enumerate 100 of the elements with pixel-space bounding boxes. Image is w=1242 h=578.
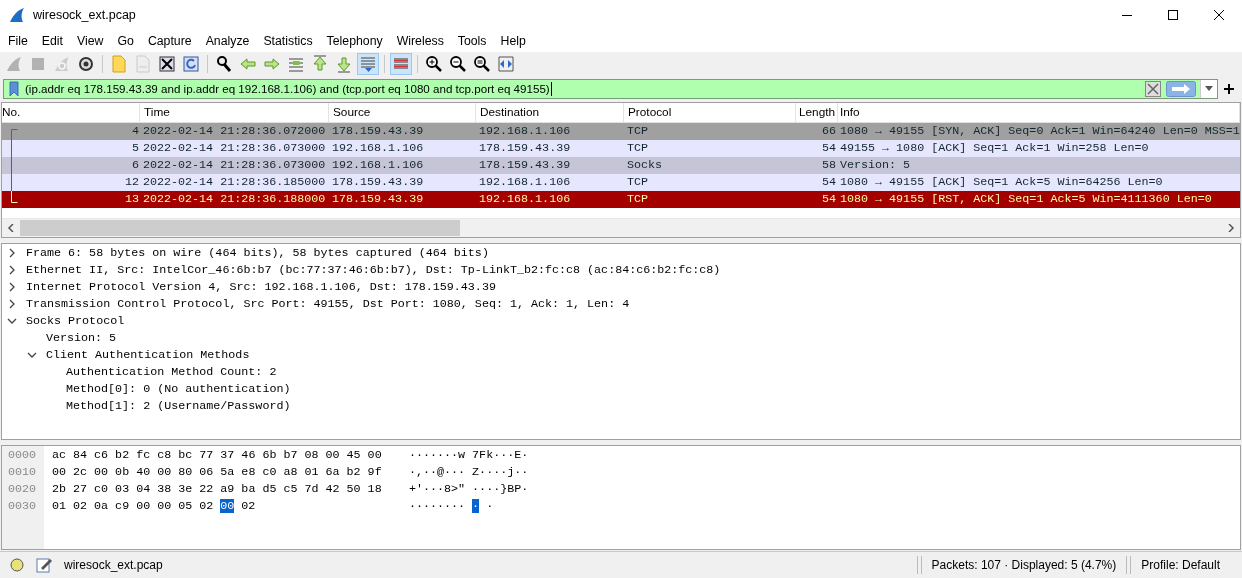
chevron-right-icon[interactable] <box>7 299 17 310</box>
profile-label[interactable]: Profile: Default <box>1141 558 1220 573</box>
column-header[interactable]: Time <box>140 102 329 122</box>
tree-item[interactable]: Frame 6: 58 bytes on wire (464 bits), 58 bytes captured (464 bits) <box>26 246 489 261</box>
byte-offset: 0030 <box>7 497 38 515</box>
hex-bytes[interactable]: a9 ba d5 c5 7d 42 50 18 <box>220 482 382 497</box>
table-cell-text: 1080 → 49155 [SYN, ACK] Seq=0 Ack=1 Win=64240 Len=0 MSS=1 <box>839 123 1240 140</box>
menu-item[interactable]: Statistics <box>256 30 320 51</box>
menu-item[interactable]: File <box>1 30 35 51</box>
scrollbar-thumb[interactable] <box>20 219 460 236</box>
column-header[interactable]: Destination <box>476 102 624 122</box>
maximize-icon[interactable] <box>1168 10 1178 20</box>
dropdown-caret-icon[interactable] <box>1205 86 1213 92</box>
menu-item[interactable]: Wireless <box>389 30 451 51</box>
chevron-right-icon[interactable] <box>7 248 17 259</box>
column-header[interactable]: Info <box>838 102 1240 122</box>
tree-item[interactable]: Method[0]: 0 (No authentication) <box>66 382 291 397</box>
table-cell: 12 <box>124 175 139 190</box>
edit-comment-icon[interactable] <box>36 557 52 574</box>
chevron-right-icon[interactable] <box>7 265 17 276</box>
close-icon[interactable] <box>1214 10 1224 20</box>
byte-offset: 0010 <box>7 463 38 481</box>
hex-bytes[interactable]: 5a e8 c0 a8 01 6a b2 9f <box>220 465 382 480</box>
packet-count: Packets: 107 · Displayed: 5 (4.7%) <box>931 558 1117 573</box>
ascii-text[interactable]: Z····j·· <box>472 465 529 480</box>
menu-item[interactable]: Go <box>110 30 141 51</box>
scroll-right-icon[interactable] <box>1227 223 1235 232</box>
table-cell-text: 66 <box>820 123 837 140</box>
menu-item[interactable]: Tools <box>450 30 494 51</box>
scroll-left-icon[interactable] <box>7 223 15 232</box>
table-cell-text: 58 <box>820 157 837 174</box>
ascii-text[interactable]: ·,··@··· <box>409 465 466 480</box>
file-name: wiresock_ext.pcap <box>64 558 163 573</box>
tree-item[interactable]: Authentication Method Count: 2 <box>66 365 277 380</box>
tree-item[interactable]: Client Authentication Methods <box>46 348 250 363</box>
hex-bytes[interactable]: 00 <box>220 499 235 514</box>
hex-bytes[interactable]: 00 2c 00 0b 40 00 80 06 <box>52 465 214 480</box>
tree-item[interactable]: Transmission Control Protocol, Src Port: 49155, Dst Port: 1080, Seq: 1, Ack: 1, Len: 4 <box>26 297 630 312</box>
ascii-text[interactable]: ·······w <box>409 448 466 463</box>
display-filter-field[interactable]: (ip.addr eq 178.159.43.39 and ip.addr eq 192.168.1.106) and (tcp.port eq 1080 and tcp.port eq 49155) <box>3 78 1218 99</box>
tree-item[interactable]: Ethernet II, Src: IntelCor_46:6b:b7 (bc:77:37:46:6b:b7), Dst: Tp-LinkT_b2:fc:c8 (ac:84:c6:b2:fc:c8) <box>26 263 721 278</box>
table-cell-text: 54 <box>820 140 837 157</box>
bookmark-icon[interactable] <box>9 80 19 97</box>
table-cell-text: 1080 → 49155 [RST, ACK] Seq=1 Ack=5 Win=4111360 Len=0 <box>839 191 1213 208</box>
menu-item[interactable]: Telephony <box>319 30 390 51</box>
menu-item[interactable]: Edit <box>34 30 71 51</box>
tree-item[interactable]: Method[1]: 2 (Username/Password) <box>66 399 291 414</box>
tree-item[interactable]: Socks Protocol <box>26 314 125 329</box>
table-cell-text: Version: 5 <box>839 157 912 174</box>
clear-icon[interactable] <box>1145 80 1161 97</box>
table-cell-text: 192.168.1.106 <box>331 157 425 174</box>
hex-bytes[interactable]: 02 <box>241 499 256 514</box>
menu-item[interactable]: Help <box>493 30 533 51</box>
table-cell-text: 54 <box>820 174 837 191</box>
table-cell-text: 1080 → 49155 [ACK] Seq=1 Ack=5 Win=64256 Len=0 <box>839 174 1164 191</box>
table-cell: 13 <box>124 192 139 207</box>
hex-bytes[interactable]: 37 46 6b b7 08 00 45 00 <box>220 448 382 463</box>
window-title: wiresock_ext.pcap <box>33 8 136 22</box>
table-cell-text: 2022-02-14 21:28:36.073000 <box>142 157 327 174</box>
ascii-text[interactable]: ····}BP· <box>472 482 529 497</box>
column-header[interactable]: Protocol <box>624 102 796 122</box>
tree-item[interactable]: Version: 5 <box>46 331 117 346</box>
table-cell-text: Socks <box>626 157 664 174</box>
table-cell-text: TCP <box>626 174 650 191</box>
shark-fin-icon <box>9 7 25 23</box>
status-circle-icon[interactable] <box>10 558 24 573</box>
column-header[interactable]: No. <box>2 102 140 122</box>
table-cell-text: 2022-02-14 21:28:36.073000 <box>142 140 327 157</box>
hex-bytes[interactable]: ac 84 c6 b2 fc c8 bc 77 <box>52 448 214 463</box>
table-cell: 5 <box>132 141 139 156</box>
byte-offset: 0020 <box>7 480 38 498</box>
column-header[interactable]: Length <box>796 102 838 122</box>
table-cell-text: 192.168.1.106 <box>331 140 425 157</box>
horizontal-scrollbar[interactable] <box>2 217 1240 237</box>
table-cell-text: TCP <box>626 140 650 157</box>
ascii-text[interactable]: +'···8>" <box>409 482 466 497</box>
hex-bytes[interactable]: 01 02 0a c9 00 00 05 02 <box>52 499 214 514</box>
table-cell-text: TCP <box>626 191 650 208</box>
ascii-text[interactable]: ········ <box>409 499 466 514</box>
byte-offset: 0000 <box>7 446 38 464</box>
menu-item[interactable]: Analyze <box>198 30 257 51</box>
table-cell-text: 178.159.43.39 <box>478 157 572 174</box>
tree-item[interactable]: Internet Protocol Version 4, Src: 192.168.1.106, Dst: 178.159.43.39 <box>26 280 496 295</box>
ascii-text[interactable]: 7Fk···E· <box>472 448 529 463</box>
menu-item[interactable]: View <box>70 30 111 51</box>
add-filter-icon[interactable] <box>1224 83 1234 94</box>
chevron-right-icon[interactable] <box>7 282 17 293</box>
table-cell: 4 <box>132 124 139 139</box>
table-cell-text: 192.168.1.106 <box>478 174 572 191</box>
table-cell-text: 178.159.43.39 <box>331 123 425 140</box>
ascii-text[interactable]: · <box>486 499 494 514</box>
table-cell-text: 192.168.1.106 <box>478 123 572 140</box>
table-cell-text: 178.159.43.39 <box>331 191 425 208</box>
table-cell-text: 2022-02-14 21:28:36.072000 <box>142 123 327 140</box>
ascii-text[interactable]: · <box>472 499 480 514</box>
column-header[interactable]: Source <box>329 102 476 122</box>
table-cell-text: 178.159.43.39 <box>478 140 572 157</box>
menu-item[interactable]: Capture <box>140 30 199 51</box>
hex-bytes[interactable]: 2b 27 c0 03 04 38 3e 22 <box>52 482 214 497</box>
table-cell-text: 178.159.43.39 <box>331 174 425 191</box>
